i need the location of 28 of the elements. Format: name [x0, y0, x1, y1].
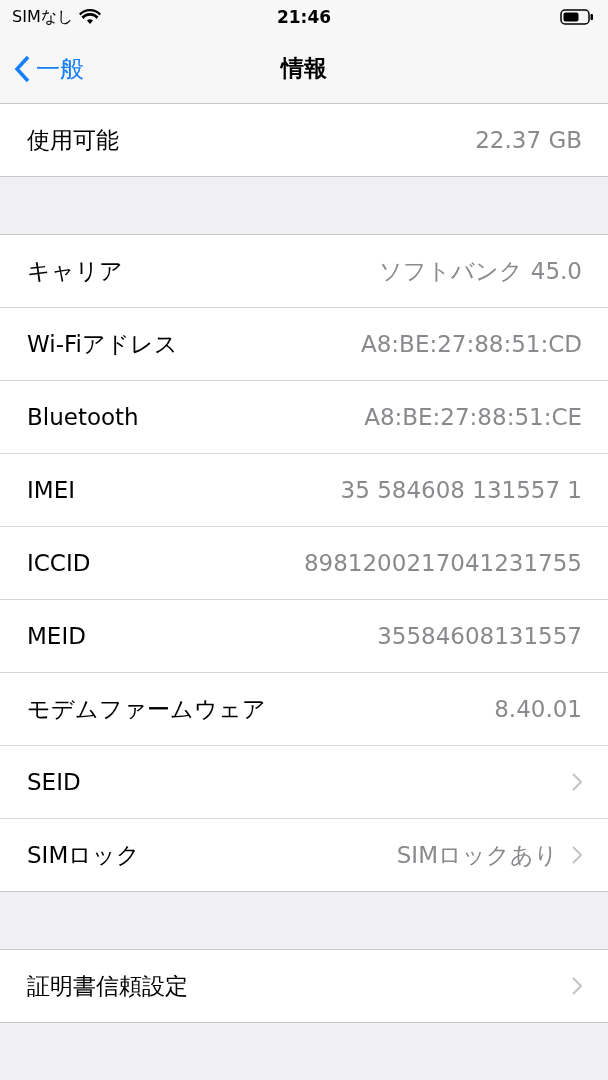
row-value: 22.37 GB	[475, 127, 582, 153]
row-label: 使用可能	[27, 125, 119, 155]
back-chevron-icon	[14, 54, 30, 83]
row-label: Wi-Fiアドレス	[27, 329, 178, 359]
row-value: 8981200217041231755	[303, 550, 582, 576]
back-label[interactable]: 一般	[36, 52, 84, 85]
carrier-text: SIMなし	[12, 6, 73, 28]
row-label: IMEI	[27, 477, 75, 503]
row-label[interactable]: SEID	[27, 769, 81, 795]
row-value: SIMロックあり	[396, 840, 558, 870]
row-value: A8:BE:27:88:51:CE	[364, 404, 582, 430]
row-label[interactable]: SIMロック	[27, 839, 141, 871]
row-value: 35 584608 131557 1	[340, 477, 582, 503]
row-label[interactable]: 証明書信頼設定	[27, 970, 188, 1002]
clock-time: 21:46	[276, 7, 332, 27]
row-label: Bluetooth	[27, 404, 139, 430]
page-title: 情報	[281, 54, 327, 83]
row-label: キャリア	[27, 256, 123, 286]
row-value: 35584608131557	[377, 623, 582, 649]
row-label: ICCID	[27, 550, 91, 576]
row-value: ソフトバンク 45.0	[379, 256, 582, 286]
row-value: A8:BE:27:88:51:CD	[361, 331, 582, 357]
battery-icon	[560, 9, 594, 25]
wifi-icon	[78, 9, 101, 25]
row-value: 8.40.01	[494, 696, 582, 722]
row-label: MEID	[27, 623, 86, 649]
back-button[interactable]: 一般	[0, 52, 84, 85]
row-label: モデムファームウェア	[27, 694, 266, 724]
